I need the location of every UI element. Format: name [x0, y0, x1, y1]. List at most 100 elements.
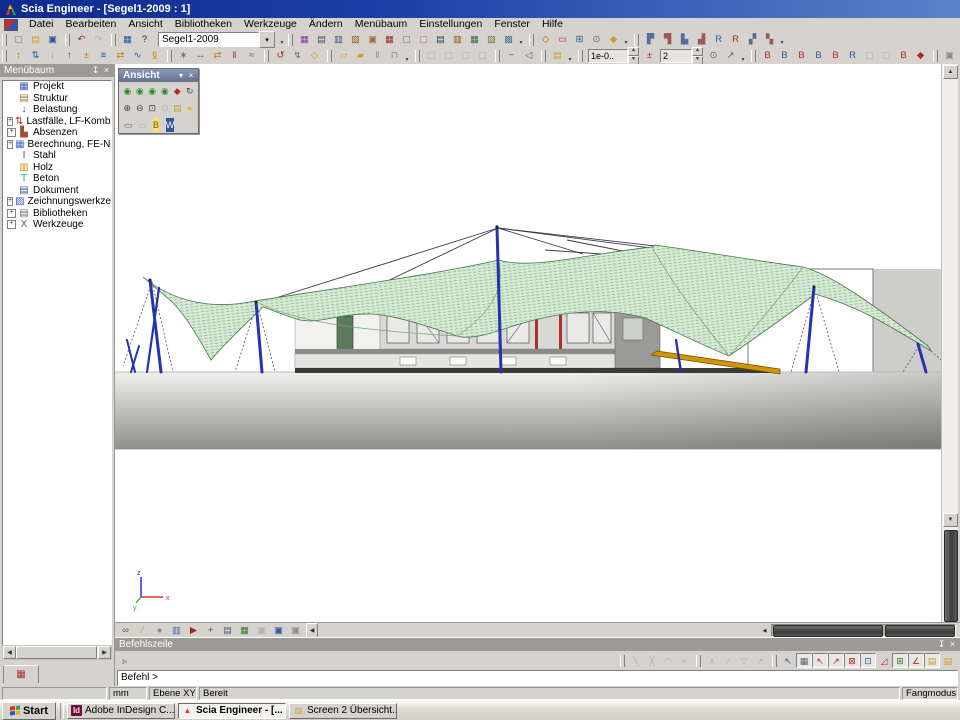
zoom-rotate-icon[interactable]: ↻ [184, 83, 197, 98]
horizontal-pan-slider-1[interactable] [773, 625, 883, 637]
rotate-view-icon[interactable]: ◆ [171, 83, 184, 98]
status-plane[interactable]: Ebene XY [149, 687, 197, 700]
picture-gallery-icon[interactable]: ▢ [398, 32, 415, 48]
shrink-display-icon[interactable]: ∿ [129, 48, 146, 64]
load-panel-1-icon[interactable]: B [759, 48, 776, 64]
taskbar-task-button[interactable]: Id Adobe InDesign C... [67, 703, 175, 719]
axes-display-icon[interactable]: ↔ [192, 48, 209, 64]
view-xz-icon[interactable]: ◉ [134, 83, 147, 98]
close-icon[interactable]: × [186, 71, 196, 80]
snap-angle-icon[interactable]: ∠ [908, 653, 924, 668]
close-polyline-icon[interactable]: × [676, 653, 692, 668]
menu-item[interactable]: Einstellungen [413, 18, 488, 31]
local-axes-icon[interactable]: ‖ [226, 48, 243, 64]
move-node-icon[interactable]: ◆ [912, 48, 929, 64]
view-window-8-icon[interactable]: ▚ [761, 32, 778, 48]
load-display-icon[interactable]: ↓ [44, 48, 61, 64]
snap-polar-icon[interactable]: ⊞ [892, 653, 908, 668]
rendering-display-icon[interactable]: ⇄ [112, 48, 129, 64]
stretch-tool-icon[interactable]: ▢ [440, 48, 457, 64]
tree-expander-icon[interactable]: + [7, 140, 13, 149]
model-display-icon[interactable]: § [146, 48, 163, 64]
select-cursor-icon[interactable]: ↖ [780, 653, 796, 668]
fly-mode-icon[interactable]: ◁ [520, 48, 537, 64]
light-icon[interactable]: ● [184, 100, 197, 115]
scale-tool-icon[interactable]: ▢ [423, 48, 440, 64]
zoom-in-icon[interactable]: ⊕ [121, 100, 134, 115]
tree-item[interactable]: + I Stahl [3, 150, 111, 162]
fast-adjustment-icon[interactable]: ↺ [272, 48, 289, 64]
wireframe-mode-icon[interactable]: W [163, 117, 177, 132]
edit-pencil-icon[interactable]: ∕ [134, 623, 151, 638]
libraries-icon[interactable]: ▦ [466, 32, 483, 48]
system-lengths-icon[interactable]: ⇄ [209, 48, 226, 64]
close-icon[interactable]: × [947, 639, 958, 650]
help-icon[interactable]: ? [136, 32, 153, 48]
intersect-icon[interactable]: ⊓ [386, 48, 403, 64]
status-unit[interactable]: mm [109, 687, 147, 700]
clipboard-icon[interactable]: ▣ [364, 32, 381, 48]
window-grey-icon[interactable]: ▣ [287, 623, 304, 638]
scale-toggle-icon[interactable]: ± [641, 48, 658, 64]
vertex-up-icon[interactable]: ∧ [704, 653, 720, 668]
erase-line-icon[interactable]: ╳ [644, 653, 660, 668]
view-window-2-icon[interactable]: ▜ [659, 32, 676, 48]
slider-left-icon[interactable]: ◀ [760, 625, 769, 636]
tree-item[interactable]: + ▦ Projekt [3, 81, 111, 93]
visibility-folder-icon[interactable]: ▤ [171, 100, 184, 115]
revolve-tool-icon[interactable]: ▢ [474, 48, 491, 64]
load-panel-5-icon[interactable]: B [827, 48, 844, 64]
scrollbar-thumb[interactable] [16, 646, 97, 659]
printer-small-icon[interactable]: ▤ [219, 623, 236, 638]
befehlszeile-header[interactable]: Befehlszeile ↧ × [115, 638, 960, 651]
horizontal-pan-slider-2[interactable] [885, 625, 955, 637]
vertical-pan-slider[interactable] [944, 530, 958, 622]
user-icon[interactable]: ● [151, 623, 168, 638]
tree-item[interactable]: + X Werkzeuge [3, 219, 111, 231]
render-solid-icon[interactable]: ▭ [121, 117, 135, 132]
spin-up-icon[interactable]: ▲ [692, 47, 703, 56]
view-yz-icon[interactable]: ◉ [146, 83, 159, 98]
scroll-down-icon[interactable]: ▼ [943, 513, 958, 527]
toolbar-overflow-icon[interactable]: ▾ [278, 32, 286, 47]
frame-1-icon[interactable]: ▢ [861, 48, 878, 64]
view-window-4-icon[interactable]: ▟ [693, 32, 710, 48]
zoom-out-icon[interactable]: ⊖ [134, 100, 147, 115]
tree-item[interactable]: + ▦ Berechnung, FE-Netz [3, 139, 111, 151]
dimension-lines-icon[interactable]: ± [78, 48, 95, 64]
paperspace-gallery-icon[interactable]: ▢ [415, 32, 432, 48]
print-preview-icon[interactable]: ▥ [330, 32, 347, 48]
volumes-icon[interactable]: ∗ [175, 48, 192, 64]
copy-add-icon[interactable]: ▱ [335, 48, 352, 64]
menu-item[interactable]: Fenster [488, 18, 536, 31]
menu-item[interactable]: Bearbeiten [60, 18, 123, 31]
snap-tangent-icon[interactable]: ◿ [876, 653, 892, 668]
menu-item[interactable]: Datei [23, 18, 60, 31]
combo-dropdown-icon[interactable]: ▾ [259, 31, 275, 48]
draw-line-icon[interactable]: ╲ [628, 653, 644, 668]
frame-2-icon[interactable]: ▢ [878, 48, 895, 64]
view-window-3-icon[interactable]: ▙ [676, 32, 693, 48]
tree-item[interactable]: + ▙ Absenzen [3, 127, 111, 139]
delete-icon[interactable]: − [503, 48, 520, 64]
spin-up-icon[interactable]: ▲ [628, 47, 639, 56]
activity-icon[interactable]: ◆ [605, 32, 622, 48]
tree-item[interactable]: + ▤ Dokument [3, 185, 111, 197]
step-spinbox[interactable]: 2 ▲▼ [660, 49, 703, 63]
scale-spin-value[interactable]: 1e-0.. [588, 49, 628, 63]
menu-item[interactable]: Ändern [303, 18, 349, 31]
arc-icon[interactable]: ◠ [660, 653, 676, 668]
clean-icon[interactable]: ▨ [483, 32, 500, 48]
slash-icon[interactable]: ∕ [720, 653, 736, 668]
zoom-percent-icon[interactable]: ⊙ [705, 48, 722, 64]
print-data-icon[interactable]: ▤ [432, 32, 449, 48]
flag-icon[interactable]: ▶ [185, 623, 202, 638]
save-view-icon[interactable]: ▣ [941, 48, 958, 64]
printer-icon[interactable]: ▤ [313, 32, 330, 48]
scroll-right-icon[interactable]: ▶ [98, 646, 111, 659]
scale-spinbox[interactable]: 1e-0.. ▲▼ [588, 49, 639, 63]
new-folder-icon[interactable]: ▤ [549, 48, 566, 64]
menu-item[interactable]: Ansicht [122, 18, 168, 31]
menubaum-header[interactable]: Menübaum ↧ × [0, 64, 114, 77]
view-window-7-icon[interactable]: ▞ [744, 32, 761, 48]
